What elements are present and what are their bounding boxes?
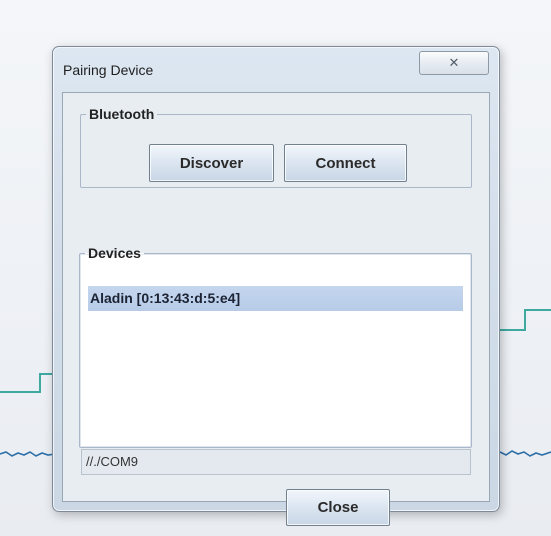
desktop-background: Pairing Device ✕ Bluetooth Discover Conn…: [0, 0, 551, 536]
devices-group-label: Devices: [88, 245, 141, 261]
title-bar[interactable]: Pairing Device ✕: [53, 47, 499, 87]
pairing-device-dialog: Pairing Device ✕ Bluetooth Discover Conn…: [52, 46, 500, 526]
close-button[interactable]: Close: [286, 489, 390, 526]
list-item[interactable]: Aladin [0:13:43:d:5:e4]: [88, 286, 463, 311]
signal-step-line-left: [0, 373, 60, 393]
noise-line-left: [0, 451, 56, 457]
signal-step-line-right: [500, 309, 551, 331]
dialog-content: Bluetooth Discover Connect Devices Aladi…: [62, 92, 490, 526]
bluetooth-group: Bluetooth Discover Connect: [80, 106, 472, 188]
window-title: Pairing Device: [63, 62, 154, 78]
devices-list[interactable]: Aladin [0:13:43:d:5:e4]: [88, 286, 463, 311]
close-icon: ✕: [448, 55, 460, 71]
discover-button[interactable]: Discover: [149, 144, 274, 182]
devices-group: Devices Aladin [0:13:43:d:5:e4]: [79, 245, 472, 448]
connect-button[interactable]: Connect: [284, 144, 407, 182]
port-status-field: //./COM9: [81, 449, 471, 475]
noise-line-right: [499, 450, 551, 457]
bluetooth-group-label: Bluetooth: [89, 106, 155, 122]
window-close-button[interactable]: ✕: [419, 51, 489, 75]
